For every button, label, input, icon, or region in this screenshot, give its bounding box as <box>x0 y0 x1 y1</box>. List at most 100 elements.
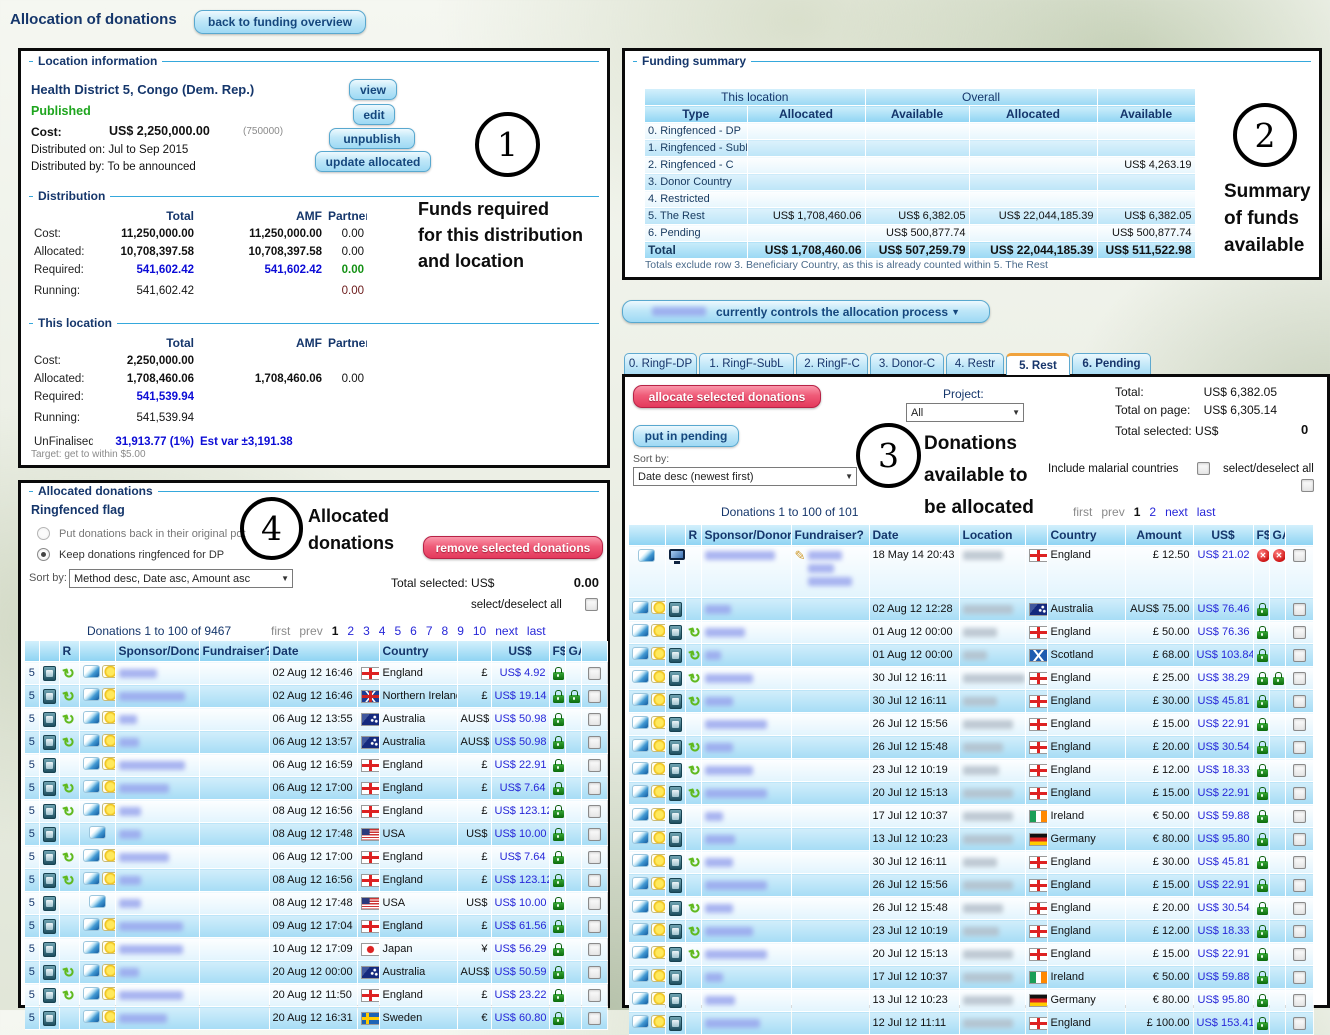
redacted-sponsor-name[interactable] <box>119 1014 167 1023</box>
page-7[interactable]: 7 <box>426 624 433 638</box>
wave-icon[interactable] <box>632 601 649 614</box>
radio-put-back-original-pot[interactable] <box>37 527 50 540</box>
usd-cell[interactable]: US$ 21.02 <box>1193 546 1253 598</box>
gold-icon[interactable] <box>651 647 665 660</box>
redacted-sponsor-name[interactable] <box>119 899 141 908</box>
redacted-sponsor-name[interactable] <box>119 830 141 839</box>
select-deselect-all-checkbox-left[interactable] <box>585 598 598 611</box>
row-checkbox[interactable] <box>588 805 601 818</box>
row-checkbox[interactable] <box>1293 879 1306 892</box>
redacted-sponsor-name[interactable] <box>119 876 141 885</box>
row-checkbox[interactable] <box>1293 925 1306 938</box>
redacted-sponsor-name[interactable] <box>119 692 185 701</box>
page-next[interactable]: next <box>495 624 518 638</box>
gold-icon[interactable] <box>651 877 665 890</box>
wave-icon[interactable] <box>632 877 649 890</box>
safe-icon[interactable] <box>669 786 682 801</box>
redacted-sponsor-name[interactable] <box>119 715 137 724</box>
gold-icon[interactable] <box>651 1015 665 1028</box>
usd-cell[interactable]: US$ 7.64 <box>491 777 549 800</box>
wave-icon[interactable] <box>83 688 100 701</box>
row-checkbox[interactable] <box>588 851 601 864</box>
wave-icon[interactable] <box>632 992 649 1005</box>
controls-allocation-process-button[interactable]: currently controls the allocation proces… <box>622 300 990 323</box>
usd-cell[interactable]: US$ 123.12 <box>491 800 549 823</box>
safe-icon[interactable] <box>669 602 682 617</box>
edit-button[interactable]: edit <box>353 104 395 125</box>
usd-cell[interactable]: US$ 56.29 <box>491 938 549 961</box>
safe-icon[interactable] <box>669 832 682 847</box>
gold-icon[interactable] <box>102 780 116 793</box>
safe-icon[interactable] <box>43 781 56 796</box>
row-checkbox[interactable] <box>588 966 601 979</box>
tab-1-ringf-subl[interactable]: 1. RingF-SubL <box>699 353 794 374</box>
wave-icon[interactable] <box>632 808 649 821</box>
page-2[interactable]: 2 <box>1149 505 1156 519</box>
usd-cell[interactable]: US$ 22.91 <box>1193 782 1253 805</box>
gold-icon[interactable] <box>651 670 665 683</box>
safe-icon[interactable] <box>669 878 682 893</box>
gold-icon[interactable] <box>651 969 665 982</box>
gold-icon[interactable] <box>102 849 116 862</box>
redacted-sponsor-name[interactable] <box>705 697 733 706</box>
wave-icon[interactable] <box>632 946 649 959</box>
row-checkbox[interactable] <box>1293 626 1306 639</box>
usd-cell[interactable]: US$ 45.81 <box>1193 690 1253 713</box>
safe-icon[interactable] <box>43 965 56 980</box>
safe-icon[interactable] <box>43 827 56 842</box>
tab-2-ringf-c[interactable]: 2. RingF-C <box>796 353 868 374</box>
row-checkbox[interactable] <box>1293 695 1306 708</box>
wave-icon[interactable] <box>632 693 649 706</box>
redacted-sponsor-name[interactable] <box>705 605 731 614</box>
page-last[interactable]: last <box>1197 505 1216 519</box>
usd-cell[interactable]: US$ 50.98 <box>491 708 549 731</box>
usd-cell[interactable]: US$ 4.92 <box>491 662 549 685</box>
row-checkbox[interactable] <box>1293 718 1306 731</box>
wave-icon[interactable] <box>89 895 106 908</box>
redacted-sponsor-name[interactable] <box>119 853 169 862</box>
redacted-sponsor-name[interactable] <box>705 973 723 982</box>
wave-icon[interactable] <box>632 716 649 729</box>
gold-icon[interactable] <box>651 946 665 959</box>
usd-cell[interactable]: US$ 50.59 <box>491 961 549 984</box>
usd-cell[interactable]: US$ 7.64 <box>491 846 549 869</box>
wave-icon[interactable] <box>632 762 649 775</box>
redacted-sponsor-name[interactable] <box>119 738 139 747</box>
safe-icon[interactable] <box>669 993 682 1008</box>
gold-icon[interactable] <box>102 1010 116 1023</box>
usd-cell[interactable]: US$ 61.56 <box>491 915 549 938</box>
redacted-sponsor-name[interactable] <box>705 743 733 752</box>
safe-icon[interactable] <box>669 671 682 686</box>
tab-4-restr[interactable]: 4. Restr <box>946 353 1004 374</box>
wave-icon[interactable] <box>632 900 649 913</box>
usd-cell[interactable]: US$ 95.80 <box>1193 828 1253 851</box>
page-2[interactable]: 2 <box>347 624 354 638</box>
gold-icon[interactable] <box>102 918 116 931</box>
wave-icon[interactable] <box>83 780 100 793</box>
monitor-icon[interactable] <box>669 549 685 564</box>
redacted-sponsor-name[interactable] <box>705 720 767 729</box>
wave-icon[interactable] <box>83 757 100 770</box>
safe-icon[interactable] <box>43 988 56 1003</box>
tab-6-pending[interactable]: 6. Pending <box>1072 353 1151 374</box>
safe-icon[interactable] <box>43 689 56 704</box>
page-10[interactable]: 10 <box>473 624 486 638</box>
safe-icon[interactable] <box>43 873 56 888</box>
gold-icon[interactable] <box>651 601 665 614</box>
view-button[interactable]: view <box>349 79 397 100</box>
wave-icon[interactable] <box>632 831 649 844</box>
row-checkbox[interactable] <box>1293 856 1306 869</box>
row-checkbox[interactable] <box>588 989 601 1002</box>
usd-cell[interactable]: US$ 76.36 <box>1193 621 1253 644</box>
safe-icon[interactable] <box>43 1011 56 1026</box>
select-deselect-all-checkbox-right[interactable] <box>1301 479 1314 492</box>
wave-icon[interactable] <box>83 1010 100 1023</box>
wave-icon[interactable] <box>83 941 100 954</box>
project-select[interactable]: All <box>906 403 1024 422</box>
usd-cell[interactable]: US$ 10.00 <box>491 823 549 846</box>
sort-select-right[interactable]: Date desc (newest first) <box>633 467 857 486</box>
row-checkbox[interactable] <box>588 874 601 887</box>
row-checkbox[interactable] <box>588 897 601 910</box>
redacted-sponsor-name[interactable] <box>119 945 183 954</box>
redacted-sponsor-name[interactable] <box>705 651 721 660</box>
